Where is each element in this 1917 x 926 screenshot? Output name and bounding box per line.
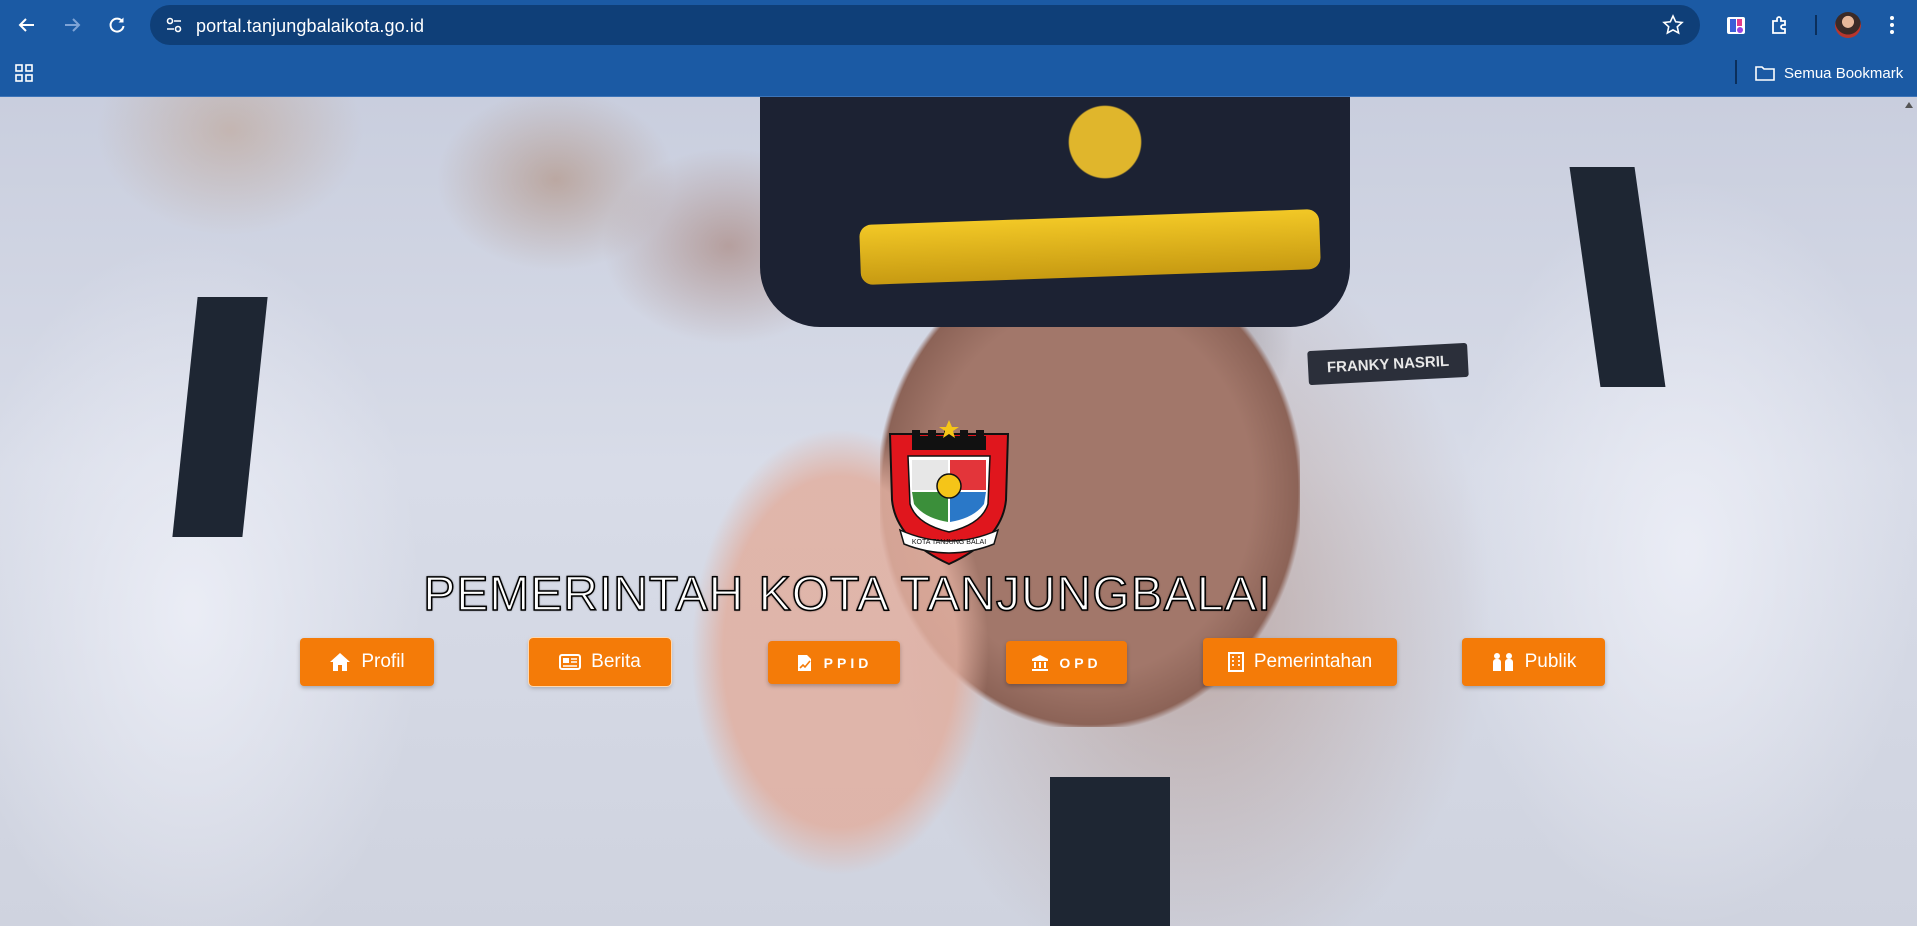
bookmark-star-button[interactable] <box>1662 14 1684 41</box>
page-viewport: FRANKY NASRIL KOTA TANJUNG BALAI PEMERIN… <box>0 97 1917 926</box>
photo-detail-tie <box>1569 167 1666 387</box>
browser-menu-button[interactable] <box>1878 11 1906 39</box>
photo-detail-cap-emblem <box>1050 97 1160 187</box>
arrow-left-icon <box>18 18 34 32</box>
kebab-menu-icon <box>1890 16 1894 34</box>
nav-button-label: Profil <box>361 651 405 672</box>
page-title: PEMERINTAH KOTA TANJUNGBALAI <box>0 567 1917 622</box>
file-signature-icon <box>797 654 811 671</box>
tune-icon <box>166 17 182 33</box>
emblem-ribbon-text: KOTA TANJUNG BALAI <box>912 539 986 546</box>
extension-logo-icon <box>1727 17 1745 34</box>
profile-avatar[interactable] <box>1835 12 1861 38</box>
nav-button-label: PPID <box>823 654 873 671</box>
toolbar-separator <box>1815 15 1817 35</box>
arrow-right-icon <box>65 18 81 32</box>
forward-button[interactable] <box>58 11 86 39</box>
nav-button-publik[interactable]: Publik <box>1462 638 1605 686</box>
reload-icon <box>109 17 125 33</box>
nav-button-label: Publik <box>1524 651 1577 672</box>
browser-toolbar: portal.tanjungbalaikota.go.id <box>0 0 1917 50</box>
home-icon <box>330 653 351 671</box>
apps-button[interactable] <box>12 61 36 85</box>
apps-grid-icon <box>15 64 33 82</box>
site-info-button[interactable] <box>160 11 188 39</box>
reload-button[interactable] <box>103 11 131 39</box>
puzzle-icon <box>1772 16 1786 34</box>
nav-button-berita[interactable]: Berita <box>528 637 672 687</box>
extensions-menu-button[interactable] <box>1766 11 1794 39</box>
all-bookmarks-folder[interactable]: Semua Bookmark <box>1755 60 1903 86</box>
nav-button-profil[interactable]: Profil <box>300 638 434 686</box>
nav-button-ppid[interactable]: PPID <box>768 641 900 684</box>
page-title-text: PEMERINTAH KOTA TANJUNGBALAI <box>422 567 1272 622</box>
bookmarks-separator <box>1735 60 1737 84</box>
url-text[interactable]: portal.tanjungbalaikota.go.id <box>196 16 424 37</box>
photo-detail-tie <box>1050 777 1170 926</box>
city-emblem-logo: KOTA TANJUNG BALAI <box>888 420 1010 566</box>
photo-nameplate: FRANKY NASRIL <box>1307 342 1469 386</box>
address-bar[interactable]: portal.tanjungbalaikota.go.id <box>150 5 1700 45</box>
all-bookmarks-label: Semua Bookmark <box>1784 64 1904 82</box>
nav-button-label: Pemerintahan <box>1253 651 1373 672</box>
nav-button-label: Berita <box>591 651 641 672</box>
extension-button[interactable] <box>1722 11 1750 39</box>
nav-button-opd[interactable]: OPD <box>1006 641 1127 684</box>
bookmarks-bar: Semua Bookmark <box>0 50 1917 97</box>
nav-button-pemerintahan[interactable]: Pemerintahan <box>1203 638 1397 686</box>
photo-detail-tie <box>172 297 268 537</box>
folder-icon <box>1755 66 1775 81</box>
nav-button-label: OPD <box>1059 654 1102 671</box>
people-icon <box>1492 653 1513 671</box>
star-icon <box>1662 14 1684 35</box>
newspaper-icon <box>559 654 582 670</box>
back-button[interactable] <box>13 11 41 39</box>
scrollbar-up-arrow[interactable] <box>1901 97 1917 113</box>
building-icon <box>1227 652 1244 672</box>
landmark-icon <box>1032 654 1049 671</box>
